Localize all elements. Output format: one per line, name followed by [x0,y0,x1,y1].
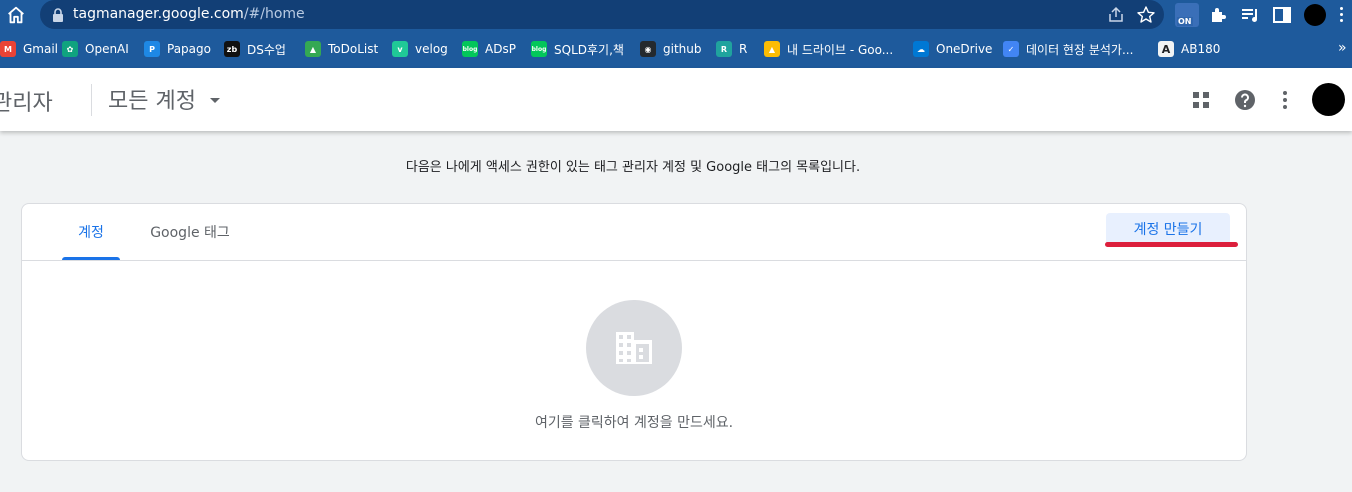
chevron-down-icon [209,98,220,103]
gmail-icon: M [0,41,16,57]
bookmark-item[interactable]: blog ADsP [462,36,516,62]
active-tab-indicator [62,257,120,260]
google-drive-icon: ▲ [764,41,780,57]
bookmark-item[interactable]: P Papago [144,36,211,62]
bookmark-label: github [663,42,702,56]
bookmark-item[interactable]: ▲ ToDoList [305,36,378,62]
blog-icon: blog [462,41,478,57]
blog-icon: blog [531,41,547,57]
app-header: 관리자 모든 계정 [0,68,1352,131]
openai-icon: ✿ [62,41,78,57]
browser-menu-icon[interactable] [1338,5,1344,25]
analytics-icon: ✓ [1003,41,1019,57]
ab180-icon: A [1158,41,1174,57]
bookmark-item[interactable]: zb DS수업 [224,36,286,62]
github-icon: ◉ [640,41,656,57]
help-icon[interactable] [1233,88,1257,112]
bookmark-label: DS수업 [247,42,286,57]
media-queue-icon[interactable] [1239,4,1261,26]
url-text[interactable]: tagmanager.google.com/#/home [73,6,305,22]
bookmark-item[interactable]: RR [716,36,747,62]
url-path: /#/home [243,6,305,22]
extension-on-icon[interactable]: ON [1175,3,1199,27]
r-icon: R [716,41,732,57]
browser-profile-avatar[interactable] [1304,4,1326,26]
account-selector[interactable]: 모든 계정 [108,84,220,114]
create-account-button[interactable]: 계정 만들기 [1106,213,1230,245]
bookmark-label: Papago [167,42,211,56]
bookmark-label: Gmail [23,42,59,56]
empty-state-text[interactable]: 여기를 클릭하여 계정을 만드세요. [22,412,1246,432]
share-icon[interactable] [1106,5,1126,25]
account-avatar[interactable] [1312,83,1345,116]
bookmarks-bar: M Gmail ✿ OpenAI P Papago zb DS수업 ▲ ToDoList v velo… [0,36,1352,62]
bookmark-label: ToDoList [328,42,379,56]
apps-grid-icon[interactable] [1189,88,1213,112]
create-account-empty-state[interactable] [586,300,682,396]
bookmark-item[interactable]: ◉ github [640,36,701,62]
bookmark-label: OpenAI [85,42,129,56]
building-icon [616,332,652,364]
address-row: tagmanager.google.com/#/home ON [0,0,1352,30]
bookmark-label: velog [415,42,448,56]
bookmark-label: 내 드라이브 - Goo... [787,42,894,57]
tab-bar: 계정 Google 태그 계정 만들기 [22,204,1246,261]
bookmark-item[interactable]: ▲ 내 드라이브 - Goo... [764,36,893,62]
bookmark-item[interactable]: ☁ OneDrive [913,36,992,62]
product-name[interactable]: 관리자 [0,85,53,117]
papago-icon: P [144,41,160,57]
bookmark-item[interactable]: ✓ 데이터 현장 분석가... [1003,36,1133,62]
bookmark-label: SQLD후기,책 [554,42,624,57]
browser-chrome: tagmanager.google.com/#/home ON M Gmail ✿ O… [0,0,1352,68]
url-bar[interactable]: tagmanager.google.com/#/home [40,0,1164,29]
bookmark-label: AB180 [1181,42,1221,56]
zb-icon: zb [224,41,240,57]
velog-icon: v [392,41,408,57]
bookmark-item[interactable]: ✿ OpenAI [62,36,129,62]
bookmark-label: 데이터 현장 분석가... [1026,42,1134,57]
bookmark-item[interactable]: M Gmail [0,36,58,62]
side-panel-icon[interactable] [1271,4,1293,26]
star-icon[interactable] [1136,5,1156,25]
account-selector-label: 모든 계정 [108,89,196,114]
tab-accounts[interactable]: 계정 [62,204,120,260]
tab-google-tags[interactable]: Google 태그 [140,204,240,260]
bookmark-item[interactable]: v velog [392,36,448,62]
lock-icon[interactable] [52,8,64,22]
annotation-underline [1105,242,1238,247]
more-bookmarks-icon[interactable]: » [1338,40,1347,56]
onedrive-icon: ☁ [913,41,929,57]
more-vert-icon[interactable] [1273,88,1297,112]
bookmark-label: ADsP [485,42,516,56]
extension-badge: ON [1177,17,1193,26]
bookmark-label: OneDrive [936,42,993,56]
bookmark-item[interactable]: blog SQLD후기,책 [531,36,624,62]
home-icon[interactable] [5,4,27,26]
google-drive-icon: ▲ [305,41,321,57]
intro-text: 다음은 나에게 액세스 권한이 있는 태그 관리자 계정 및 Google 태그… [405,160,861,175]
bookmark-label: R [739,42,748,56]
header-divider [91,84,92,116]
accounts-card: 계정 Google 태그 계정 만들기 여기를 클릭하여 계정을 만드세요. [21,203,1247,461]
url-host: tagmanager.google.com [73,6,244,22]
puzzle-icon[interactable] [1207,4,1229,26]
bookmark-item[interactable]: A AB180 [1158,36,1220,62]
